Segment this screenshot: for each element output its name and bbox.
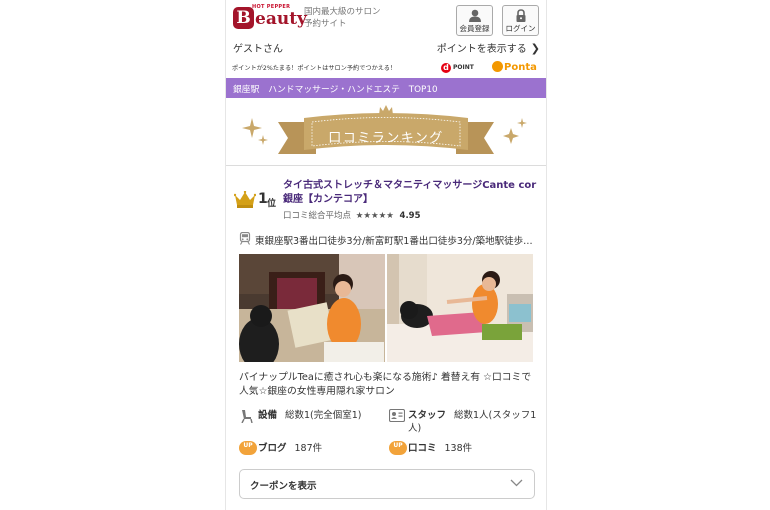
rating-stars: ★★★★★: [355, 211, 394, 221]
banner-title: 口コミランキング: [328, 131, 444, 146]
lock-icon: [516, 9, 525, 22]
divider: [226, 165, 546, 166]
page: HOT PEPPER B eauty 国内最大級のサロン予約サイト 会員登録 ロ…: [225, 0, 547, 510]
register-label: 会員登録: [459, 24, 490, 33]
site-header: HOT PEPPER B eauty 国内最大級のサロン予約サイト 会員登録 ロ…: [226, 0, 546, 36]
up-badge-text: UP: [393, 442, 403, 449]
logo-text: eauty: [255, 9, 307, 29]
review-info[interactable]: 口コミ 138件: [408, 442, 472, 455]
catch-copy: パイナップルTeaに癒され心も楽になる施術♪ 着替え有 ☆口コミで人気☆銀座の女…: [239, 372, 532, 397]
hotpepper-beauty-logo[interactable]: HOT PEPPER B eauty: [233, 4, 307, 32]
dpoint-icon: d: [441, 63, 451, 73]
breadcrumb: 銀座駅 ハンドマッサージ・ハンドエステ TOP10: [233, 85, 438, 95]
blog-label: ブログ: [258, 443, 287, 454]
train-icon: [239, 232, 251, 245]
rating-label: 口コミ総合平均点: [283, 211, 352, 221]
access-row: 東銀座駅3番出口徒歩3分/新富町駅1番出口徒歩3分/築地駅徒歩6分: [239, 231, 539, 247]
blog-up-badge: UP: [239, 441, 257, 455]
points-note: ポイントが2%たまる！ポイントはサロン予約でつかえる！: [232, 65, 397, 72]
dpoint-text: POINT: [453, 64, 474, 71]
access-text: 東銀座駅3番出口徒歩3分/新富町駅1番出口徒歩3分/築地駅徒歩6分: [255, 236, 535, 247]
up-badge-text: UP: [243, 442, 253, 449]
rank-suffix: 位: [267, 199, 277, 209]
user-icon: [468, 9, 481, 22]
rating-row: 口コミ総合平均点 ★★★★★ 4.95: [283, 209, 421, 221]
salon-photo-2[interactable]: [387, 254, 533, 362]
review-label: 口コミ: [408, 443, 437, 454]
rank-crown-icon: [234, 191, 256, 208]
register-button[interactable]: 会員登録: [456, 5, 493, 36]
salon-photo-1-image: [239, 254, 385, 362]
equipment-label: 設備: [258, 410, 278, 421]
ponta-icon: [492, 61, 503, 72]
guest-row: ゲストさん ポイントを表示する ❯: [226, 38, 546, 56]
dpoint-logo: d POINT: [441, 62, 474, 73]
breadcrumb-bar: 銀座駅 ハンドマッサージ・ハンドエステ TOP10: [226, 78, 546, 98]
login-button[interactable]: ログイン: [502, 5, 539, 36]
review-value: 138件: [444, 443, 473, 454]
chevron-down-icon: [510, 479, 523, 487]
sparkle-icon: [517, 118, 527, 128]
guest-name: ゲストさん: [233, 44, 283, 55]
chevron-right-icon: ❯: [530, 42, 540, 55]
show-points-label: ポイントを表示する: [436, 44, 527, 55]
points-row: ポイントが2%たまる！ポイントはサロン予約でつかえる！ d POINT Ponta: [226, 60, 546, 76]
staff-label: スタッフ: [408, 410, 447, 421]
ponta-logo: Ponta: [492, 61, 537, 73]
ponta-text: Ponta: [504, 62, 537, 73]
staff-info: スタッフ 総数1人(スタッフ1人): [408, 409, 543, 435]
chair-icon: [241, 410, 253, 423]
logo-initial: B: [233, 7, 254, 29]
blog-value: 187件: [294, 443, 323, 454]
sparkle-icon: [503, 128, 519, 144]
blog-info[interactable]: ブログ 187件: [258, 442, 322, 455]
sparkle-icon: [258, 135, 268, 145]
equipment-info: 設備 総数1(完全個室1): [258, 409, 362, 422]
ranking-banner: 口コミランキング: [226, 104, 546, 162]
site-tagline: 国内最大級のサロン予約サイト: [304, 7, 381, 29]
show-coupon-label: クーポンを表示: [250, 481, 317, 492]
rating-value: 4.95: [399, 211, 421, 221]
show-points-link[interactable]: ポイントを表示する ❯: [437, 40, 540, 55]
sparkle-icon: [242, 118, 262, 138]
salon-photo-1[interactable]: [239, 254, 385, 362]
show-coupon-button[interactable]: クーポンを表示: [239, 469, 535, 499]
salon-name-link[interactable]: タイ古式ストレッチ＆マタニティマッサージCante cor銀座【カンテコア】: [283, 179, 541, 206]
login-label: ログイン: [505, 24, 536, 33]
equipment-value: 総数1(完全個室1): [285, 410, 362, 421]
salon-photo-2-image: [387, 254, 533, 362]
staff-card-icon: [389, 409, 405, 422]
crown-icon: [379, 105, 393, 115]
review-up-badge: UP: [389, 441, 407, 455]
